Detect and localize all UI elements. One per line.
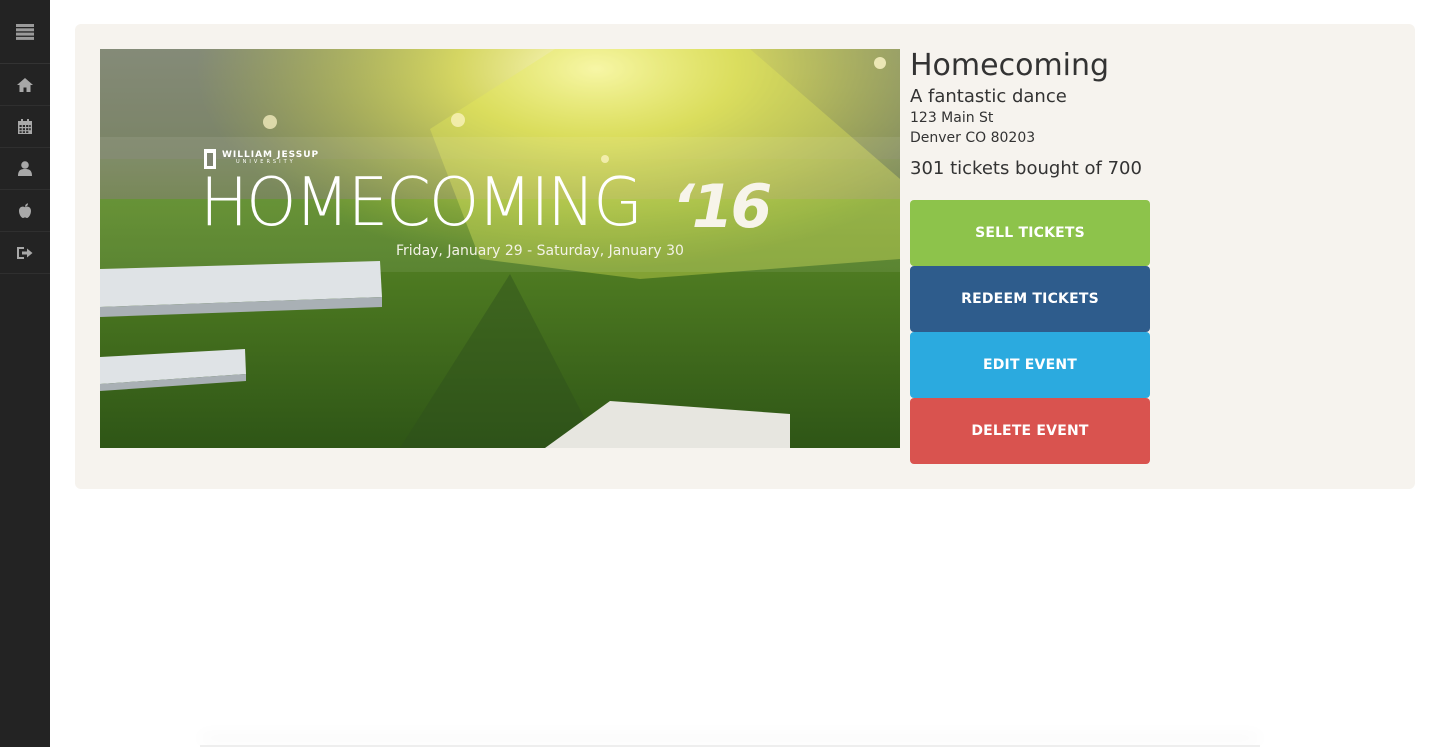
delete-event-button[interactable]: DELETE EVENT: [910, 398, 1150, 464]
menu-icon: [16, 23, 34, 40]
sidebar-item-calendar[interactable]: [0, 106, 50, 148]
edit-event-button[interactable]: EDIT EVENT: [910, 332, 1150, 398]
sidebar-item-apple[interactable]: [0, 190, 50, 232]
sidebar-item-user[interactable]: [0, 148, 50, 190]
event-address-line2: Denver CO 80203: [910, 130, 1036, 146]
banner-university-name: WILLIAM JESSUP UNIVERSITY: [222, 150, 319, 165]
banner-dates: Friday, January 29 - Saturday, January 3…: [396, 243, 684, 259]
event-address-line1: 123 Main St: [910, 110, 994, 126]
user-icon: [18, 161, 32, 176]
sidebar-menu-toggle[interactable]: [0, 0, 50, 64]
event-title: Homecoming: [910, 48, 1110, 83]
logout-icon: [17, 246, 33, 260]
banner-year: ‘16: [672, 172, 772, 242]
event-subtitle: A fantastic dance: [910, 86, 1067, 107]
tickets-sold-count: 301 tickets bought of 700: [910, 158, 1142, 179]
event-card: WILLIAM JESSUP UNIVERSITY HOMECOMING ‘16…: [75, 24, 1415, 489]
redeem-tickets-button[interactable]: REDEEM TICKETS: [910, 266, 1150, 332]
apple-icon: [18, 203, 32, 218]
sell-tickets-button[interactable]: SELL TICKETS: [910, 200, 1150, 266]
event-info: Homecoming A fantastic dance 123 Main St…: [910, 48, 1142, 180]
sidebar: [0, 0, 50, 747]
sidebar-item-logout[interactable]: [0, 232, 50, 274]
banner-title: HOMECOMING: [200, 164, 643, 242]
sidebar-item-home[interactable]: [0, 64, 50, 106]
event-banner-image: WILLIAM JESSUP UNIVERSITY HOMECOMING ‘16…: [100, 49, 900, 448]
home-icon: [17, 77, 33, 92]
calendar-icon: [18, 119, 32, 134]
